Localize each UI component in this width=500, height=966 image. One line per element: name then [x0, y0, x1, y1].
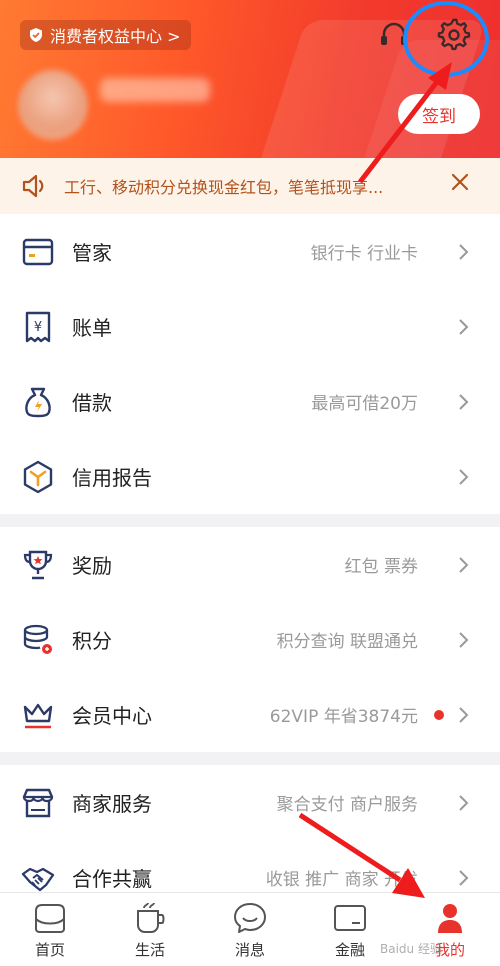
close-icon[interactable] [450, 172, 470, 192]
menu-group-1: 管家 银行卡 行业卡 ¥ 账单 借款 最高可借20万 信用报告 [0, 214, 500, 514]
menu-item-label: 借款 [72, 391, 112, 415]
watermark: Baidu 经验 [380, 942, 442, 956]
menu-item-label: 积分 [72, 629, 112, 653]
menu-group-2: 奖励 红包 票券 积分 积分查询 联盟通兑 会员中心 62VIP 年省3874元 [0, 527, 500, 752]
menu-item-label: 管家 [72, 241, 112, 265]
menu-group-3: 商家服务 聚合支付 商户服务 合作共赢 收银 推广 商家 开发 [0, 765, 500, 892]
chevron-right-icon [459, 318, 469, 335]
notice-banner[interactable]: 工行、移动积分兑换现金红包，笔笔抵现享... [0, 158, 500, 214]
menu-item-label: 合作共赢 [72, 867, 152, 891]
username-blurred [100, 78, 210, 102]
chevron-right-icon [459, 556, 469, 573]
menu-item-housekeeper[interactable]: 管家 银行卡 行业卡 [0, 214, 500, 289]
menu-item-subtitle: 聚合支付 商户服务 [276, 795, 418, 815]
profile-icon [438, 904, 462, 933]
finance-card-icon [334, 905, 366, 931]
points-coins-icon [23, 624, 52, 654]
chevron-right-icon [459, 869, 469, 886]
tab-label: 生活 [134, 941, 165, 959]
tab-life[interactable]: 生活 [100, 893, 200, 966]
speaker-icon [22, 174, 44, 198]
menu-item-subtitle: 银行卡 行业卡 [310, 244, 418, 264]
menu-item-credit-report[interactable]: 信用报告 [0, 439, 500, 514]
annotation-circle [403, 1, 489, 77]
sign-in-button[interactable]: 签到 [398, 94, 480, 134]
svg-text:¥: ¥ [34, 320, 42, 335]
avatar[interactable] [18, 70, 88, 140]
notification-dot [434, 709, 444, 720]
menu-item-member-center[interactable]: 会员中心 62VIP 年省3874元 [0, 677, 500, 752]
tab-messages[interactable]: 消息 [200, 893, 300, 966]
menu-item-subtitle: 62VIP 年省3874元 [269, 707, 418, 727]
tab-home[interactable]: 首页 [0, 893, 100, 966]
chevron-right-icon [459, 706, 469, 723]
menu-item-label: 会员中心 [72, 704, 152, 728]
chevron-right-icon [459, 631, 469, 648]
profile-header: 消费者权益中心 > 签到 [0, 0, 500, 158]
shop-icon [22, 788, 54, 817]
crown-icon [23, 703, 53, 728]
menu-item-bill[interactable]: ¥ 账单 [0, 289, 500, 364]
money-bag-icon [25, 387, 51, 417]
consumer-rights-center-button[interactable]: 消费者权益中心 > [20, 20, 191, 50]
tab-label: 首页 [34, 941, 65, 959]
credit-report-icon [23, 460, 53, 493]
menu-item-subtitle: 红包 票券 [344, 557, 418, 577]
chevron-right-icon [459, 393, 469, 410]
menu-item-subtitle: 收银 推广 商家 开发 [265, 870, 418, 890]
menu-item-rewards[interactable]: 奖励 红包 票券 [0, 527, 500, 602]
chevron-right-icon [459, 468, 469, 485]
tab-label: 金融 [334, 941, 365, 959]
bill-icon: ¥ [25, 311, 51, 342]
menu-item-label: 奖励 [72, 554, 112, 578]
shield-icon [30, 28, 42, 42]
menu-item-subtitle: 积分查询 联盟通兑 [276, 632, 418, 652]
cup-icon [137, 902, 165, 933]
menu-item-cooperation[interactable]: 合作共赢 收银 推广 商家 开发 [0, 840, 500, 892]
menu-item-label: 信用报告 [72, 466, 152, 490]
wallet-card-icon [22, 238, 54, 265]
notice-text: 工行、移动积分兑换现金红包，笔笔抵现享... [64, 178, 384, 197]
home-icon [35, 904, 65, 933]
menu-item-merchant-services[interactable]: 商家服务 聚合支付 商户服务 [0, 765, 500, 840]
tab-label: 消息 [234, 941, 265, 959]
chevron-right-icon [459, 243, 469, 260]
chat-icon [234, 903, 266, 933]
handshake-icon [21, 867, 55, 891]
trophy-icon [23, 550, 53, 579]
menu-item-points[interactable]: 积分 积分查询 联盟通兑 [0, 602, 500, 677]
menu-item-subtitle: 最高可借20万 [311, 394, 418, 414]
menu-item-label: 商家服务 [72, 792, 152, 816]
menu-item-label: 账单 [72, 316, 112, 340]
consumer-rights-label: 消费者权益中心 > [50, 27, 181, 46]
chevron-right-icon [459, 794, 469, 811]
menu-item-loan[interactable]: 借款 最高可借20万 [0, 364, 500, 439]
